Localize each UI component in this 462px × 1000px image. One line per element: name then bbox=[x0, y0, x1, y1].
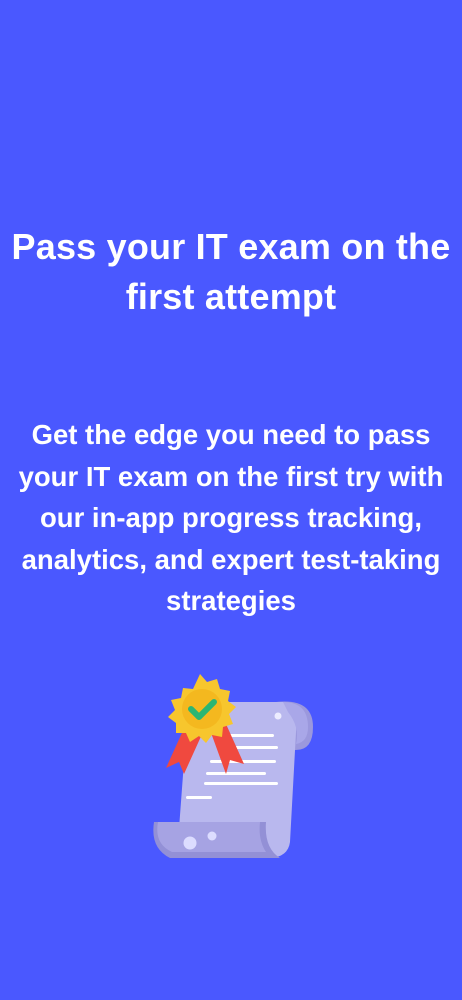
subtext: Get the edge you need to pass your IT ex… bbox=[18, 419, 444, 616]
certificate-illustration bbox=[153, 674, 313, 858]
headline: Pass your IT exam on the first attempt bbox=[11, 226, 451, 317]
